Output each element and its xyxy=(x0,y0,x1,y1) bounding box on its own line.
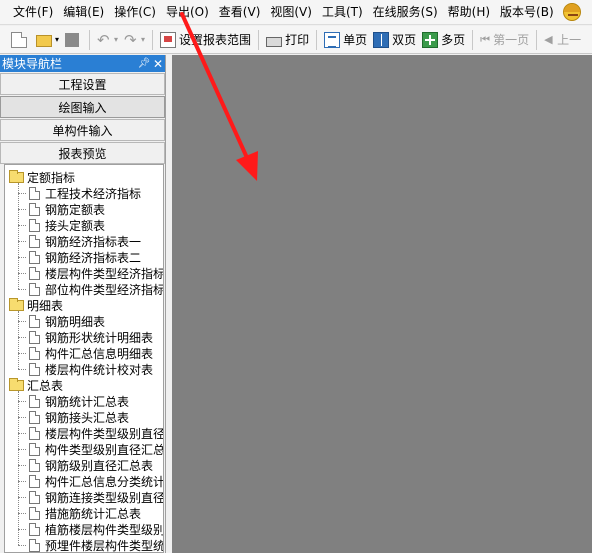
annotation-arrow-head xyxy=(236,151,258,181)
annotation-arrow xyxy=(180,12,258,181)
annotation-arrow-shaft xyxy=(180,12,250,162)
